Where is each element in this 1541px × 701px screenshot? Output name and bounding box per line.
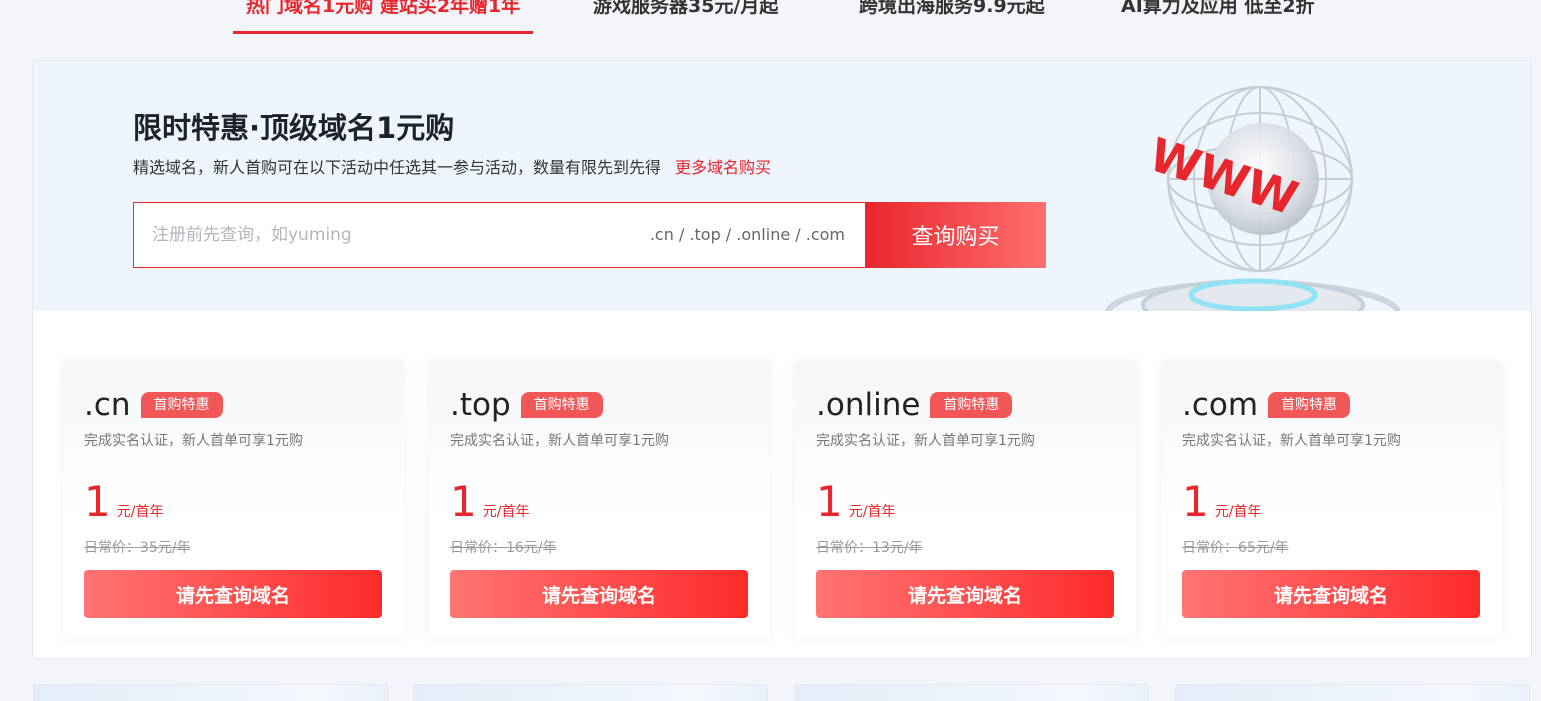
price-value: 1 [816, 477, 843, 526]
first-purchase-badge: 首购特惠 [1268, 392, 1351, 418]
query-domain-button[interactable]: 请先查询域名 [816, 570, 1114, 618]
www-globe-illustration: WWW [1105, 86, 1401, 311]
first-purchase-badge: 首购特惠 [930, 392, 1013, 418]
domain-card-com: .com 首购特惠 完成实名认证，新人首单可享1元购 1 元/首年 日常价：65… [1161, 361, 1502, 639]
card-description: 完成实名认证，新人首单可享1元购 [1182, 433, 1401, 449]
price-unit: 元/首年 [848, 504, 896, 520]
domain-suffix: .online [816, 387, 921, 423]
domain-promo-panel: 限时特惠·顶级域名1元购 精选域名，新人首购可在以下活动中任选其一参与活动，数量… [32, 60, 1532, 659]
card-description: 完成实名认证，新人首单可享1元购 [450, 433, 669, 449]
next-section-card [1175, 684, 1530, 701]
query-domain-button[interactable]: 请先查询域名 [1182, 570, 1480, 618]
price-value: 1 [1182, 477, 1209, 526]
domain-suffix: .com [1182, 387, 1259, 423]
domain-cards: .cn 首购特惠 完成实名认证，新人首单可享1元购 1 元/首年 日常价：35元… [63, 361, 1503, 639]
original-price: 日常价：65元/年 [1182, 540, 1289, 556]
search-buy-button[interactable]: 查询购买 [865, 202, 1046, 268]
card-header: .cn 首购特惠 [84, 387, 223, 423]
card-header: .com 首购特惠 [1182, 387, 1351, 423]
domain-suffix: .cn [84, 387, 131, 423]
query-domain-button[interactable]: 请先查询域名 [84, 570, 382, 618]
hero-title: 限时特惠·顶级域名1元购 [133, 111, 455, 145]
next-section-card [794, 684, 1149, 701]
first-purchase-badge: 首购特惠 [520, 392, 603, 418]
hero-subtitle: 精选域名，新人首购可在以下活动中任选其一参与活动，数量有限先到先得 更多域名购买 [133, 154, 771, 178]
price: 1 元/首年 [816, 479, 895, 525]
original-price: 日常价：16元/年 [450, 540, 557, 556]
price: 1 元/首年 [450, 479, 529, 525]
price: 1 元/首年 [1182, 479, 1261, 525]
domain-card-cn: .cn 首购特惠 完成实名认证，新人首单可享1元购 1 元/首年 日常价：35元… [63, 361, 404, 639]
tab-cross-border[interactable]: 跨境出海服务9.9元起 [859, 0, 1045, 34]
next-section-card [33, 684, 388, 701]
original-price: 日常价：35元/年 [84, 540, 191, 556]
price-value: 1 [450, 477, 477, 526]
tab-game-server[interactable]: 游戏服务器35元/月起 [593, 0, 778, 34]
more-domains-link[interactable]: 更多域名购买 [675, 158, 771, 177]
domain-card-online: .online 首购特惠 完成实名认证，新人首单可享1元购 1 元/首年 日常价… [795, 361, 1136, 639]
hero-banner: 限时特惠·顶级域名1元购 精选域名，新人首购可在以下活动中任选其一参与活动，数量… [33, 61, 1531, 311]
next-section-card [413, 684, 768, 701]
tab-domain-promo[interactable]: 热门域名1元购 建站买2年赠1年 [233, 0, 534, 34]
domain-search-box: .cn / .top / .online / .com 查询购买 [133, 202, 1046, 268]
price-value: 1 [84, 477, 111, 526]
hero-subtitle-text: 精选域名，新人首购可在以下活动中任选其一参与活动，数量有限先到先得 [133, 158, 662, 177]
search-suffix-hint: .cn / .top / .online / .com [649, 225, 845, 244]
card-description: 完成实名认证，新人首单可享1元购 [816, 433, 1035, 449]
price: 1 元/首年 [84, 479, 163, 525]
promo-tabs: 热门域名1元购 建站买2年赠1年 游戏服务器35元/月起 跨境出海服务9.9元起… [0, 0, 1541, 40]
price-unit: 元/首年 [1214, 504, 1262, 520]
tab-ai-compute[interactable]: AI算力及应用 低至2折 [1121, 0, 1315, 34]
domain-search-input[interactable] [134, 203, 650, 267]
domain-card-top: .top 首购特惠 完成实名认证，新人首单可享1元购 1 元/首年 日常价：16… [429, 361, 770, 639]
original-price: 日常价：13元/年 [816, 540, 923, 556]
price-unit: 元/首年 [116, 504, 164, 520]
card-description: 完成实名认证，新人首单可享1元购 [84, 433, 303, 449]
first-purchase-badge: 首购特惠 [140, 392, 223, 418]
card-header: .online 首购特惠 [816, 387, 1013, 423]
domain-suffix: .top [450, 387, 511, 423]
card-header: .top 首购特惠 [450, 387, 603, 423]
query-domain-button[interactable]: 请先查询域名 [450, 570, 748, 618]
price-unit: 元/首年 [482, 504, 530, 520]
